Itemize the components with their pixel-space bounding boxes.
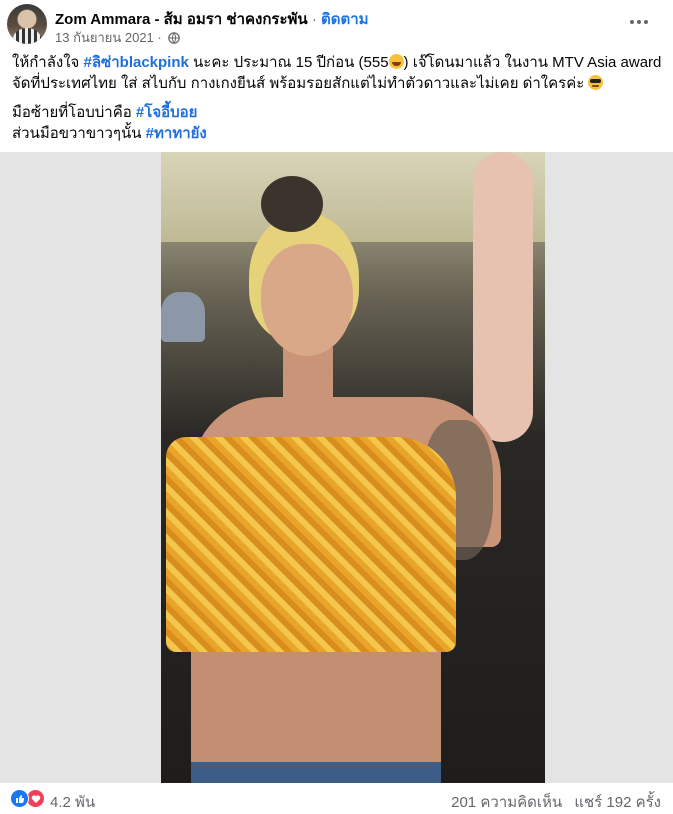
date-separator: · — [157, 30, 162, 45]
more-options-button[interactable] — [625, 8, 653, 36]
more-dots-icon — [630, 20, 634, 24]
like-reaction-icon[interactable] — [10, 789, 29, 808]
post-meta: 13 กันยายน 2021 · — [55, 27, 181, 48]
post-body: ให้กำลังใจ #ลิซ่าblackpink นะคะ ประมาณ 1… — [12, 52, 662, 144]
hashtag-link[interactable]: #ทาทายัง — [146, 125, 207, 142]
globe-icon — [168, 32, 181, 47]
author-avatar[interactable] — [7, 4, 47, 44]
post-footer: 4.2 พัน 201 ความคิดเห็น แชร์ 192 ครั้ง — [0, 783, 673, 812]
sunglasses-emoji-icon — [588, 75, 604, 90]
text-segment: ส่วนมือขวาขาวๆนั้น — [12, 125, 146, 142]
reactions-count[interactable]: 4.2 พัน — [50, 790, 95, 814]
post-header: Zom Ammara - ส้ม อมรา ช่าคงกระพัน · ติดต… — [0, 0, 673, 46]
laughing-emoji-icon — [388, 54, 404, 69]
comments-count[interactable]: 201 ความคิดเห็น — [451, 794, 562, 811]
text-segment: ให้กำลังใจ — [12, 54, 84, 71]
post-media — [0, 152, 673, 783]
hashtag-link[interactable]: #ลิซ่าblackpink — [84, 54, 189, 71]
hashtag-link[interactable]: #โจอี้บอย — [136, 104, 198, 121]
post-paragraph: ให้กำลังใจ #ลิซ่าblackpink นะคะ ประมาณ 1… — [12, 52, 662, 94]
post-stats: 201 ความคิดเห็น แชร์ 192 ครั้ง — [451, 790, 661, 814]
post-paragraph: ส่วนมือขวาขาวๆนั้น #ทาทายัง — [12, 123, 662, 144]
author-separator: · — [311, 11, 317, 28]
post-paragraph: มือซ้ายที่โอบบ่าคือ #โจอี้บอย — [12, 102, 662, 123]
post-photo[interactable] — [161, 152, 545, 783]
author-name[interactable]: Zom Ammara - ส้ม อมรา ช่าคงกระพัน — [55, 11, 308, 28]
text-segment: มือซ้ายที่โอบบ่าคือ — [12, 104, 136, 121]
shares-count[interactable]: แชร์ 192 ครั้ง — [574, 794, 661, 811]
post-date[interactable]: 13 กันยายน 2021 — [55, 30, 154, 45]
text-segment: นะคะ ประมาณ 15 ปีก่อน (555 — [188, 54, 389, 71]
follow-button[interactable]: ติดตาม — [321, 11, 369, 28]
